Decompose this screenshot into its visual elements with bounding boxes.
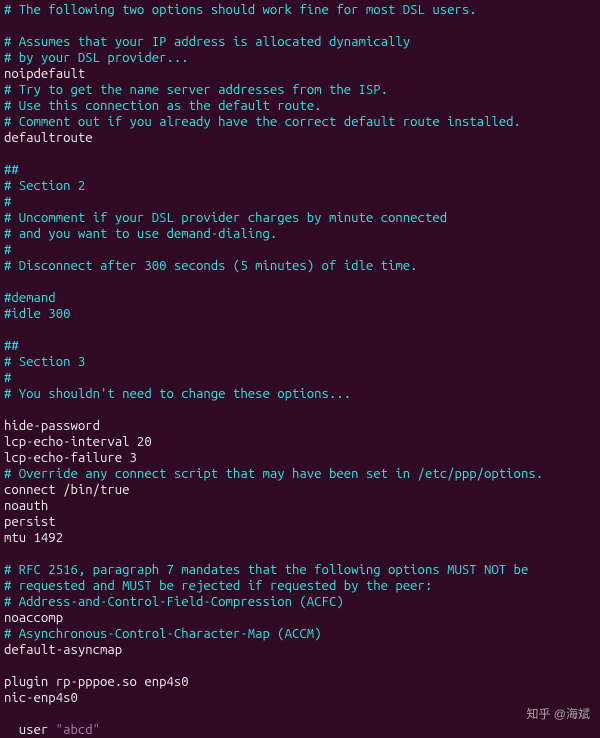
config-file-viewer[interactable]: # The following two options should work … xyxy=(4,2,596,706)
config-line xyxy=(4,322,596,338)
config-line: # You shouldn't need to change these opt… xyxy=(4,386,596,402)
config-line xyxy=(4,658,596,674)
config-line xyxy=(4,146,596,162)
config-line: # Section 3 xyxy=(4,354,596,370)
user-value-string: "abcd" xyxy=(56,723,100,737)
config-line: nic-enp4s0 xyxy=(4,690,596,706)
config-line: default-asyncmap xyxy=(4,642,596,658)
config-line: # xyxy=(4,370,596,386)
config-line: lcp-echo-failure 3 xyxy=(4,450,596,466)
config-line: # xyxy=(4,194,596,210)
config-line: # Disconnect after 300 seconds (5 minute… xyxy=(4,258,596,274)
config-line: noauth xyxy=(4,498,596,514)
config-line: # Assumes that your IP address is alloca… xyxy=(4,34,596,50)
config-line: # and you want to use demand-dialing. xyxy=(4,226,596,242)
config-line: # Try to get the name server addresses f… xyxy=(4,82,596,98)
config-line: plugin rp-pppoe.so enp4s0 xyxy=(4,674,596,690)
config-line: hide-password xyxy=(4,418,596,434)
config-line xyxy=(4,18,596,34)
config-line xyxy=(4,546,596,562)
config-line: # by your DSL provider... xyxy=(4,50,596,66)
config-line: #demand xyxy=(4,290,596,306)
config-line: noaccomp xyxy=(4,610,596,626)
config-line: #idle 300 xyxy=(4,306,596,322)
config-line: noipdefault xyxy=(4,66,596,82)
config-line: # requested and MUST be rejected if requ… xyxy=(4,578,596,594)
config-line: # Override any connect script that may h… xyxy=(4,466,596,482)
config-line: # Address-and-Control-Field-Compression … xyxy=(4,594,596,610)
config-line: # The following two options should work … xyxy=(4,2,596,18)
config-line: defaultroute xyxy=(4,130,596,146)
config-line: mtu 1492 xyxy=(4,530,596,546)
config-line: # RFC 2516, paragraph 7 mandates that th… xyxy=(4,562,596,578)
config-line: lcp-echo-interval 20 xyxy=(4,434,596,450)
config-line: # Use this connection as the default rou… xyxy=(4,98,596,114)
config-line: # Asynchronous-Control-Character-Map (AC… xyxy=(4,626,596,642)
config-line: # Comment out if you already have the co… xyxy=(4,114,596,130)
config-line xyxy=(4,274,596,290)
config-line: connect /bin/true xyxy=(4,482,596,498)
user-directive: user xyxy=(19,723,56,737)
config-line: ## xyxy=(4,338,596,354)
config-line xyxy=(4,402,596,418)
config-line: # Section 2 xyxy=(4,178,596,194)
config-line: user "abcd" xyxy=(4,706,596,738)
config-line: ## xyxy=(4,162,596,178)
config-line: # Uncomment if your DSL provider charges… xyxy=(4,210,596,226)
config-line: persist xyxy=(4,514,596,530)
config-line: # xyxy=(4,242,596,258)
